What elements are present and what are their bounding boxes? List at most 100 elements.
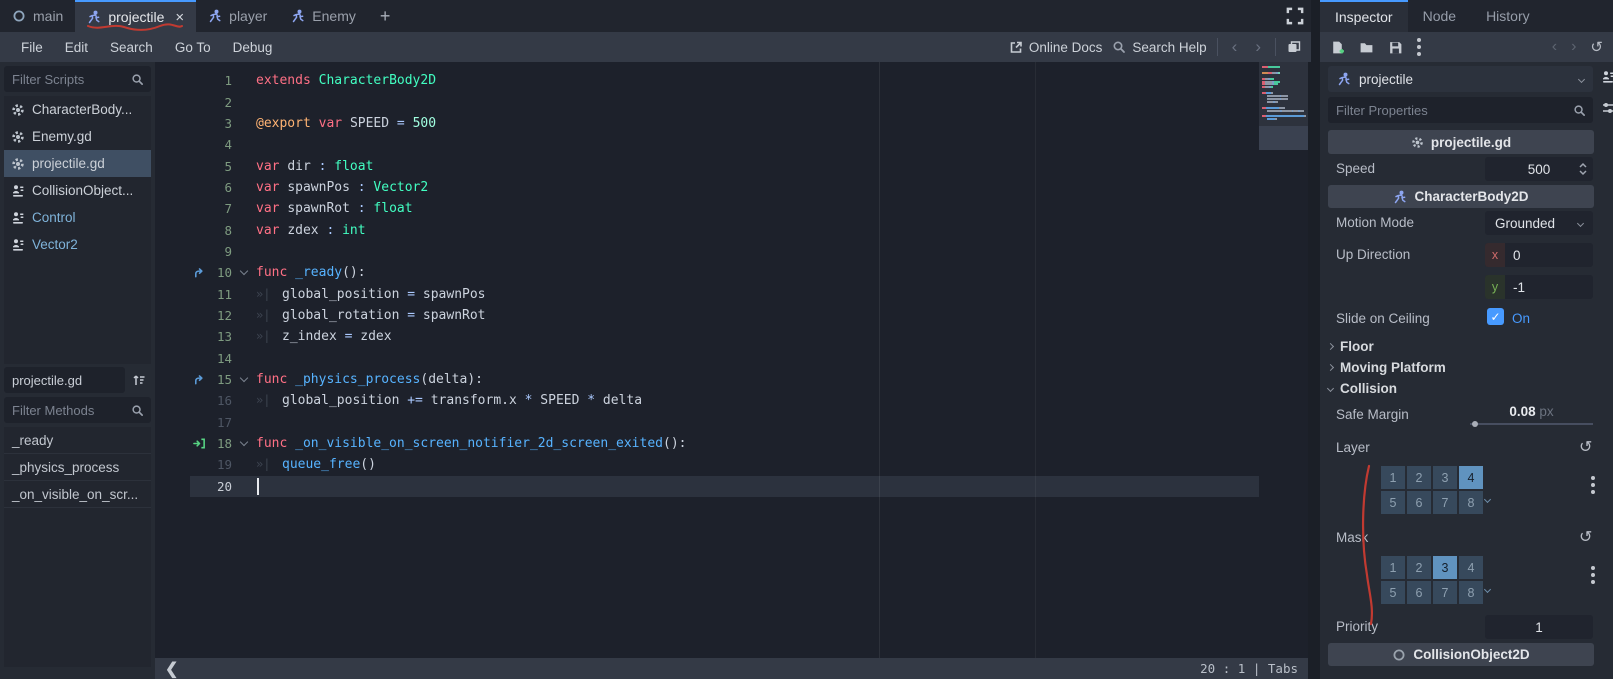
up-direction-y-field[interactable]: y -1 <box>1485 275 1593 299</box>
mask-grid-cell-2[interactable]: 2 <box>1407 556 1431 579</box>
inspector-forward-icon[interactable]: › <box>1571 38 1576 56</box>
layer-revert-icon[interactable]: ↺ <box>1579 437 1592 457</box>
group-moving-platform[interactable]: Moving Platform <box>1326 357 1446 378</box>
method-item[interactable]: _on_visible_on_scr... <box>4 481 151 508</box>
spinner-icon[interactable] <box>1577 162 1589 176</box>
method-item[interactable]: _ready <box>4 427 151 454</box>
method-item[interactable]: _physics_process <box>4 454 151 481</box>
menu-file[interactable]: File <box>10 40 54 55</box>
inspector-tab-node[interactable]: Node <box>1408 0 1471 32</box>
layer-expand-icon[interactable] <box>1483 495 1492 504</box>
text-caret <box>257 477 259 495</box>
safe-margin-field[interactable]: 0.08 px <box>1470 404 1593 427</box>
load-resource-icon[interactable] <box>1359 40 1374 55</box>
layer-grid-cell-4[interactable]: 4 <box>1459 466 1483 489</box>
mask-grid-cell-3[interactable]: 3 <box>1433 556 1457 579</box>
mask-revert-icon[interactable]: ↺ <box>1579 527 1592 547</box>
search-help-button[interactable]: Search Help <box>1112 40 1207 55</box>
mask-expand-icon[interactable] <box>1483 585 1492 594</box>
history-forward-button[interactable]: › <box>1251 37 1265 57</box>
inspector-tab-inspector[interactable]: Inspector <box>1320 0 1408 32</box>
layer-menu-icon[interactable] <box>1591 476 1595 480</box>
online-docs-button[interactable]: Online Docs <box>1009 40 1102 55</box>
script-item-CollisionObject-[interactable]: CollisionObject... <box>4 177 151 204</box>
layer-grid-cell-6[interactable]: 6 <box>1407 491 1431 514</box>
script-tab-Enemy[interactable]: Enemy <box>279 0 368 32</box>
token: spawnPos <box>287 179 358 195</box>
menu-go-to[interactable]: Go To <box>164 40 222 55</box>
collapse-sidebar-icon[interactable]: ❮ <box>165 659 178 679</box>
mask-grid-cell-8[interactable]: 8 <box>1459 581 1483 604</box>
token: SPEED <box>349 115 397 131</box>
override-icon <box>155 266 210 279</box>
speed-field[interactable]: 500 <box>1485 157 1593 181</box>
menu-edit[interactable]: Edit <box>54 40 99 55</box>
mask-grid-cell-4[interactable]: 4 <box>1459 556 1483 579</box>
open-docs-icon[interactable] <box>1601 70 1613 84</box>
mask-grid-cell-1[interactable]: 1 <box>1381 556 1405 579</box>
history-back-button[interactable]: ‹ <box>1228 37 1242 57</box>
menu-debug[interactable]: Debug <box>222 40 284 55</box>
fold-chevron-icon[interactable] <box>232 267 256 276</box>
inspector-tab-history[interactable]: History <box>1471 0 1545 32</box>
new-resource-icon[interactable] <box>1330 40 1345 55</box>
menu-search[interactable]: Search <box>99 40 164 55</box>
override-icon <box>194 268 203 278</box>
script-item-CharacterBody-[interactable]: CharacterBody... <box>4 96 151 123</box>
motion-mode-dropdown[interactable]: Grounded <box>1485 211 1593 235</box>
sort-methods-button[interactable] <box>125 373 151 387</box>
connect-icon <box>155 437 210 450</box>
fold-chevron-icon[interactable] <box>232 373 256 383</box>
chevron-right-icon <box>1326 342 1335 351</box>
filter-scripts-input[interactable] <box>4 71 131 87</box>
code-text: var spawnRot : float <box>256 201 413 216</box>
minimap-grabber[interactable] <box>1259 126 1308 150</box>
layer-grid-cell-8[interactable]: 8 <box>1459 491 1483 514</box>
save-resource-icon[interactable] <box>1388 40 1403 55</box>
fullscreen-toggle-icon[interactable] <box>1285 6 1305 26</box>
script-tab-player[interactable]: player <box>196 0 279 32</box>
mask-grid-cell-5[interactable]: 5 <box>1381 581 1405 604</box>
script-item-Vector2[interactable]: Vector2 <box>4 231 151 258</box>
property-tools-icon[interactable] <box>1601 101 1613 115</box>
category-label: CharacterBody2D <box>1414 189 1529 204</box>
script-tab-main[interactable]: main <box>0 0 75 32</box>
object-selector[interactable]: projectile <box>1328 66 1593 92</box>
layer-grid-cell-5[interactable]: 5 <box>1381 491 1405 514</box>
layer-grid-cell-7[interactable]: 7 <box>1433 491 1457 514</box>
tab-label: player <box>229 8 268 24</box>
mask-grid-cell-6[interactable]: 6 <box>1407 581 1431 604</box>
history-icon[interactable]: ↺ <box>1590 38 1603 56</box>
up-direction-x-field[interactable]: x 0 <box>1485 243 1593 267</box>
slider-grabber[interactable] <box>1472 421 1478 427</box>
script-item-projectile-gd[interactable]: projectile.gd <box>4 150 151 177</box>
filter-methods-input[interactable] <box>4 402 131 418</box>
class-doc-icon <box>13 238 24 251</box>
scripts-panel-toggle-icon[interactable] <box>1286 40 1301 54</box>
new-tab-button[interactable]: + <box>368 0 403 32</box>
line-number: 3 <box>224 115 232 131</box>
group-collision[interactable]: Collision <box>1326 378 1397 399</box>
code-text: var zdex : int <box>256 223 366 238</box>
token: zdex <box>360 329 392 345</box>
safe-margin-slider[interactable] <box>1470 421 1593 427</box>
group-floor[interactable]: Floor <box>1326 336 1374 357</box>
script-item-Enemy-gd[interactable]: Enemy.gd <box>4 123 151 150</box>
godot-editor-window: main projectile × player Enemy + File Edit Sear… <box>0 0 1613 679</box>
script-tab-projectile[interactable]: projectile × <box>75 0 197 32</box>
mask-menu-icon[interactable] <box>1591 566 1595 570</box>
inspector-back-icon[interactable]: ‹ <box>1552 38 1557 56</box>
filter-properties-input[interactable] <box>1328 102 1573 118</box>
tab-close-icon[interactable]: × <box>175 9 184 26</box>
script-item-Control[interactable]: Control <box>4 204 151 231</box>
layer-grid-cell-3[interactable]: 3 <box>1433 466 1457 489</box>
fold-chevron-icon[interactable] <box>232 437 256 447</box>
layer-grid-cell-2[interactable]: 2 <box>1407 466 1431 489</box>
priority-field[interactable]: 1 <box>1485 615 1593 639</box>
slide-on-ceiling-checkbox[interactable]: ✓ <box>1487 308 1504 325</box>
code-text: var dir : float <box>256 159 373 174</box>
code-editor[interactable]: 1 extends CharacterBody2D 2 3 @export var SP… <box>155 62 1308 658</box>
mask-grid-cell-7[interactable]: 7 <box>1433 581 1457 604</box>
extra-options-icon[interactable] <box>1417 38 1421 42</box>
layer-grid-cell-1[interactable]: 1 <box>1381 466 1405 489</box>
